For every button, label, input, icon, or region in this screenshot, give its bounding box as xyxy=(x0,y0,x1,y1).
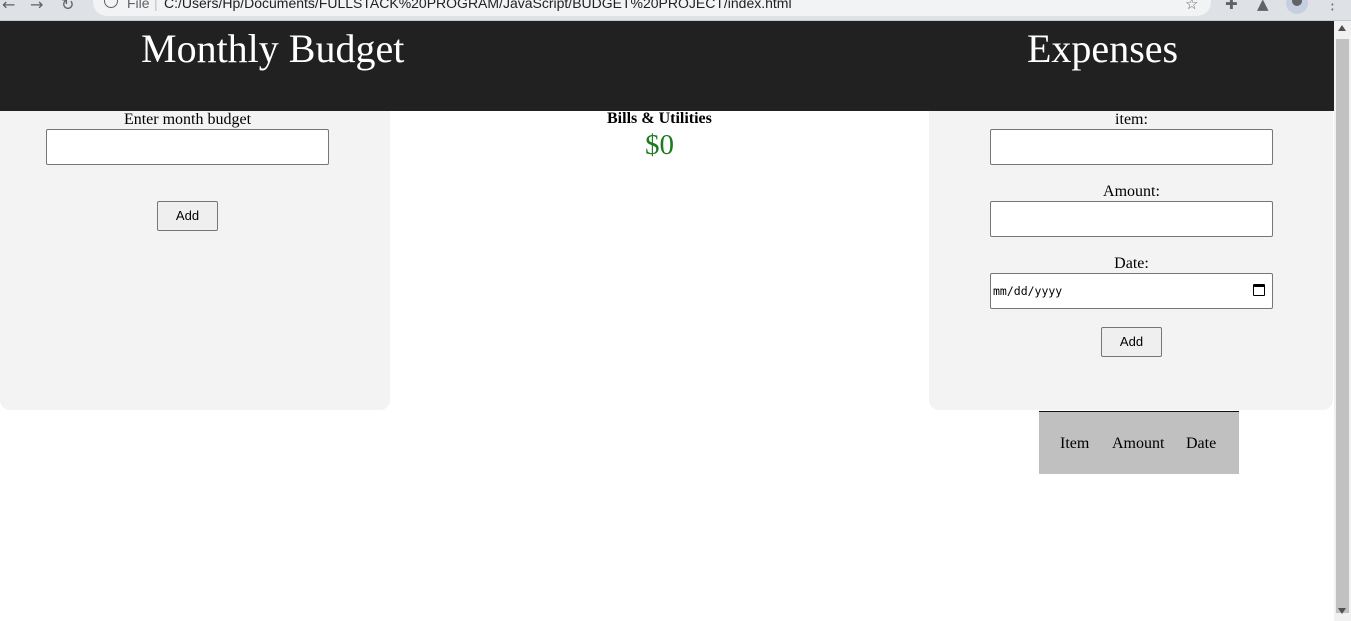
budget-label: Enter month budget xyxy=(123,111,252,128)
calendar-icon[interactable] xyxy=(1253,284,1265,296)
back-icon[interactable]: ← xyxy=(2,0,15,14)
item-label: item: xyxy=(1115,111,1148,128)
amount-input[interactable] xyxy=(990,201,1273,237)
browser-toolbar: ← → ↻ File | C:/Users/Hp/Documents/FULLS… xyxy=(0,0,1351,20)
url-separator: | xyxy=(154,0,158,11)
add-expense-button[interactable]: Add xyxy=(1101,327,1162,357)
forward-icon[interactable]: → xyxy=(30,0,43,14)
page-header: Monthly Budget Expenses xyxy=(0,21,1334,111)
scroll-up-icon[interactable] xyxy=(1338,25,1346,31)
scroll-thumb[interactable] xyxy=(1336,39,1349,613)
extensions-icon[interactable]: ✚ xyxy=(1225,0,1238,13)
profile-avatar[interactable] xyxy=(1286,0,1308,14)
bills-amount: $0 xyxy=(645,129,674,161)
extension-icon[interactable]: ▲ xyxy=(1257,0,1269,13)
reload-icon[interactable]: ↻ xyxy=(61,0,74,14)
expenses-title: Expenses xyxy=(1027,26,1179,71)
item-input[interactable] xyxy=(990,129,1273,165)
add-budget-button[interactable]: Add xyxy=(157,201,218,231)
expense-table: Item Amount Date xyxy=(1039,411,1239,474)
date-label: Date: xyxy=(1114,255,1149,272)
url-text[interactable]: C:/Users/Hp/Documents/FULLSTACK%20PROGRA… xyxy=(164,0,792,11)
budget-input[interactable] xyxy=(46,129,329,165)
page-scrollbar[interactable] xyxy=(1334,21,1351,621)
table-header-amount: Amount xyxy=(1112,435,1165,452)
table-header-item: Item xyxy=(1060,435,1090,452)
table-header-date: Date xyxy=(1186,435,1217,452)
amount-label: Amount: xyxy=(1103,183,1160,200)
bills-utilities-title: Bills & Utilities xyxy=(607,110,712,127)
menu-icon[interactable]: ⋮ xyxy=(1325,0,1340,13)
date-placeholder: mm/dd/yyyy xyxy=(993,284,1063,298)
monthly-budget-title: Monthly Budget xyxy=(141,26,405,71)
scroll-down-icon[interactable] xyxy=(1338,608,1346,614)
star-icon[interactable]: ☆ xyxy=(1185,0,1198,13)
file-label: File xyxy=(127,0,150,11)
